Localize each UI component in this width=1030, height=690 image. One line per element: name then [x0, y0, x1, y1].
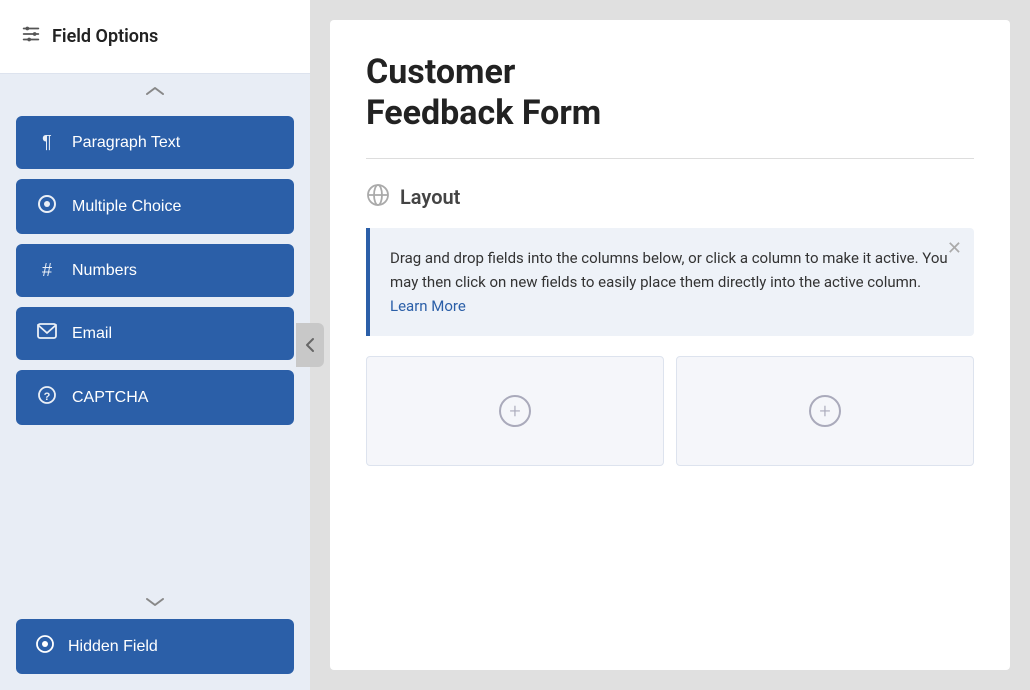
paragraph-text-label: Paragraph Text — [72, 134, 180, 152]
numbers-button[interactable]: # Numbers — [16, 244, 294, 297]
add-to-column-2-icon: + — [809, 395, 841, 427]
column-drop-2[interactable]: + — [676, 356, 974, 466]
collapse-handle[interactable] — [296, 323, 324, 367]
layout-icon — [366, 183, 390, 212]
email-label: Email — [72, 325, 112, 343]
fields-list: ¶ Paragraph Text Multiple Choice # Numbe… — [0, 108, 310, 585]
numbers-icon: # — [36, 260, 58, 281]
layout-section-title: Layout — [400, 185, 460, 209]
learn-more-link[interactable]: Learn More — [390, 297, 466, 315]
sliders-icon — [20, 23, 42, 50]
captcha-icon: ? — [36, 386, 58, 409]
multiple-choice-icon — [36, 195, 58, 218]
info-box-text: Drag and drop fields into the columns be… — [390, 246, 954, 318]
add-to-column-1-icon: + — [499, 395, 531, 427]
paragraph-icon: ¶ — [36, 132, 58, 153]
form-panel: Customer Feedback Form Layout Drag and d… — [330, 20, 1010, 670]
scroll-down-button[interactable] — [0, 585, 310, 619]
info-box-close-button[interactable]: ✕ — [947, 240, 962, 258]
sidebar-title: Field Options — [52, 26, 158, 47]
hidden-field-icon — [36, 635, 54, 658]
main-content: Customer Feedback Form Layout Drag and d… — [310, 0, 1030, 690]
form-title: Customer Feedback Form — [366, 52, 974, 134]
svg-text:?: ? — [44, 391, 51, 403]
numbers-label: Numbers — [72, 262, 137, 280]
paragraph-text-button[interactable]: ¶ Paragraph Text — [16, 116, 294, 169]
info-box: Drag and drop fields into the columns be… — [366, 228, 974, 336]
captcha-button[interactable]: ? CAPTCHA — [16, 370, 294, 425]
hidden-field-button[interactable]: Hidden Field — [16, 619, 294, 674]
sidebar-header: Field Options — [0, 0, 310, 74]
email-button[interactable]: Email — [16, 307, 294, 360]
multiple-choice-label: Multiple Choice — [72, 198, 181, 216]
layout-section-header: Layout — [366, 183, 974, 212]
email-icon — [36, 323, 58, 344]
multiple-choice-button[interactable]: Multiple Choice — [16, 179, 294, 234]
sidebar: Field Options ¶ Paragraph Text Multiple … — [0, 0, 310, 690]
columns-area: + + — [366, 356, 974, 466]
hidden-field-label: Hidden Field — [68, 638, 158, 656]
captcha-label: CAPTCHA — [72, 389, 148, 407]
scroll-up-button[interactable] — [0, 74, 310, 108]
column-drop-1[interactable]: + — [366, 356, 664, 466]
form-divider — [366, 158, 974, 159]
